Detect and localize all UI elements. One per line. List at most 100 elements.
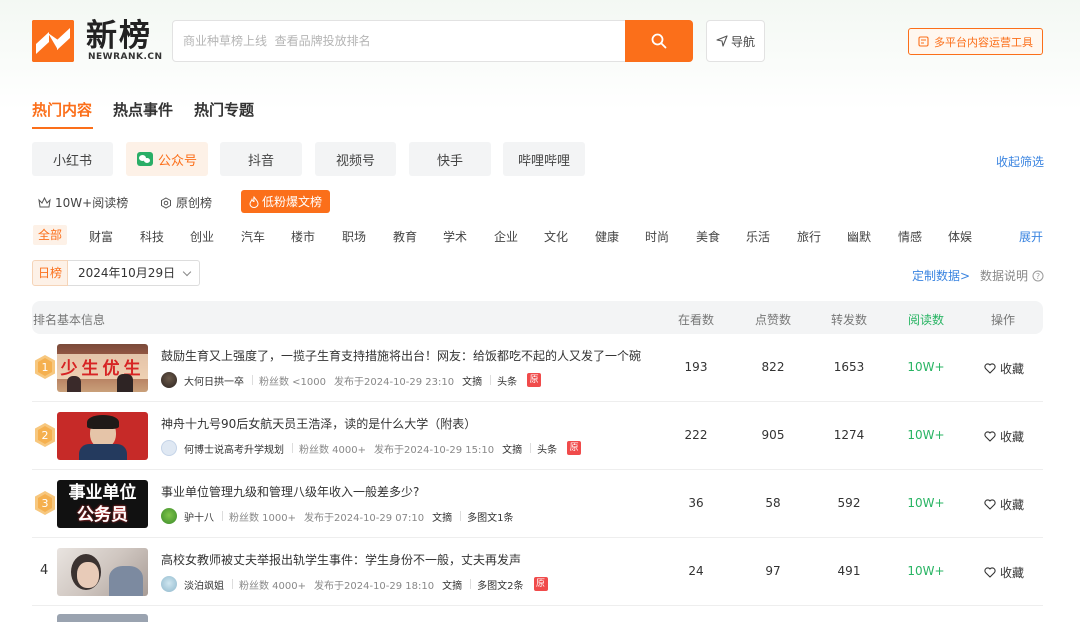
expand-categories-link[interactable]: 展开 <box>1019 228 1043 245</box>
article-position: 多图文2条 <box>477 580 524 592</box>
platform-label: 哔哩哔哩 <box>517 153 570 169</box>
category-item[interactable]: 体娱 <box>948 228 972 245</box>
platform-tab-shipinhao[interactable]: 视频号 <box>315 142 396 176</box>
nav-label: 导航 <box>730 34 755 49</box>
nav-button[interactable]: 导航 <box>706 20 765 62</box>
multi-platform-tool-button[interactable]: 多平台内容运营工具 <box>908 28 1043 55</box>
category-item[interactable]: 情感 <box>898 228 922 245</box>
author-name[interactable]: 何博士说高考升学规划 <box>184 441 284 456</box>
article-meta: 大何日拱一卒 粉丝数 <1000 发布于2024-10-29 23:10 文摘 … <box>161 372 542 388</box>
date-picker[interactable]: 2024年10月29日 <box>68 260 200 286</box>
svg-text:3: 3 <box>42 497 49 510</box>
platform-tab-bilibili[interactable]: 哔哩哔哩 <box>503 142 585 176</box>
heart-icon <box>984 363 996 374</box>
platform-label: 视频号 <box>335 153 375 169</box>
header-shares: 转发数 <box>831 313 868 327</box>
rank-type-10w-read[interactable]: 10W+阅读榜 <box>38 194 128 211</box>
article-thumbnail[interactable] <box>57 548 148 596</box>
category-item[interactable]: 健康 <box>595 228 619 245</box>
views-count: 222 <box>684 428 708 442</box>
wechat-icon <box>136 152 153 166</box>
author-name[interactable]: 大何日拱一卒 <box>184 373 244 388</box>
data-description-label: 数据说明 <box>980 269 1029 283</box>
article-title[interactable]: 事业单位管理九级和管理八级年收入一般差多少? <box>161 483 419 500</box>
table-row[interactable]: 3 事业单位 公务员 事业单位管理九级和管理八级年收入一般差多少? 驴十八 粉丝… <box>32 470 1043 538</box>
category-item[interactable]: 财富 <box>89 228 113 245</box>
category-item[interactable]: 美食 <box>696 228 720 245</box>
header-reads: 阅读数 <box>908 313 945 327</box>
search-input[interactable] <box>183 21 623 61</box>
category-item[interactable]: 科技 <box>140 228 164 245</box>
article-title[interactable]: 高校女教师被丈夫举报出轨学生事件：学生身份不一般，丈夫再发声 <box>161 551 521 568</box>
help-icon: ? <box>1032 270 1044 281</box>
article-type: 文摘 <box>442 580 463 592</box>
category-item[interactable]: 职场 <box>342 228 366 245</box>
avatar[interactable] <box>161 576 177 592</box>
favorite-label: 收藏 <box>1000 430 1025 444</box>
category-item[interactable]: 乐活 <box>746 228 770 245</box>
platform-tab-kuaishou[interactable]: 快手 <box>409 142 491 176</box>
favorite-button[interactable]: 收藏 <box>984 428 1024 445</box>
original-badge: 原 <box>567 441 582 455</box>
tab-hot-content[interactable]: 热门内容 <box>32 99 92 120</box>
platform-label: 抖音 <box>247 153 274 169</box>
article-thumbnail[interactable]: 事业单位 公务员 <box>57 480 148 528</box>
fans-count: 粉丝数 <1000 <box>259 376 327 388</box>
avatar[interactable] <box>161 372 177 388</box>
rank-number: 4 <box>40 563 49 578</box>
avatar[interactable] <box>161 508 177 524</box>
article-title[interactable]: 鼓励生育又上强度了，一揽子生育支持措施将出台！网友：给饭都吃不起的人又发了一个碗 <box>161 347 641 364</box>
tab-hot-topics[interactable]: 热门专题 <box>194 99 254 120</box>
likes-count: 58 <box>765 496 781 510</box>
author-name[interactable]: 驴十八 <box>184 509 214 524</box>
platform-tab-xiaohongshu[interactable]: 小红书 <box>32 142 113 176</box>
category-item[interactable]: 时尚 <box>645 228 669 245</box>
rank-type-low-fans-viral[interactable]: 低粉爆文榜 <box>241 190 330 213</box>
reads-count: 10W+ <box>907 564 945 578</box>
table-row[interactable]: 1 少生优生 鼓励生育又上强度了，一揽子生育支持措施将出台！网友：给饭都吃不起的… <box>32 334 1043 402</box>
category-item[interactable]: 汽车 <box>241 228 265 245</box>
logo-icon[interactable] <box>32 20 74 62</box>
tab-hot-events[interactable]: 热点事件 <box>113 99 173 120</box>
article-thumbnail[interactable] <box>57 614 148 622</box>
author-name[interactable]: 淡泊飒姐 <box>184 577 224 592</box>
category-item[interactable]: 学术 <box>443 228 467 245</box>
category-item[interactable]: 文化 <box>544 228 568 245</box>
collapse-filter-link[interactable]: 收起筛选 <box>996 153 1044 170</box>
heart-icon <box>984 431 996 442</box>
category-item[interactable]: 旅行 <box>797 228 821 245</box>
data-description-link[interactable]: 数据说明 ? <box>980 267 1044 284</box>
search-icon <box>651 33 667 49</box>
platform-tab-wechat[interactable]: 公众号 <box>126 142 208 176</box>
logo-subtitle: NEWRANK.CN <box>88 52 163 62</box>
platform-label: 小红书 <box>52 153 92 169</box>
article-thumbnail[interactable]: 少生优生 <box>57 344 148 392</box>
logo-name[interactable]: 新榜 <box>86 18 152 54</box>
article-title[interactable]: 神舟十九号90后女航天员王浩泽，读的是什么大学（附表） <box>161 415 476 432</box>
avatar[interactable] <box>161 440 177 456</box>
table-row[interactable]: 2 神舟十九号90后女航天员王浩泽，读的是什么大学（附表） 何博士说高考升学规划… <box>32 402 1043 470</box>
favorite-button[interactable]: 收藏 <box>984 496 1024 513</box>
favorite-button[interactable]: 收藏 <box>984 564 1024 581</box>
article-thumbnail[interactable] <box>57 412 148 460</box>
rank-type-original[interactable]: 原创榜 <box>160 194 212 211</box>
likes-count: 822 <box>761 360 785 374</box>
category-item[interactable]: 创业 <box>190 228 214 245</box>
table-header <box>32 301 1043 334</box>
favorite-button[interactable]: 收藏 <box>984 360 1024 377</box>
category-all[interactable]: 全部 <box>33 225 67 245</box>
category-item[interactable]: 楼市 <box>291 228 315 245</box>
table-row[interactable]: 4 高校女教师被丈夫举报出轨学生事件：学生身份不一般，丈夫再发声 淡泊飒姐 粉丝… <box>32 538 1043 606</box>
category-item[interactable]: 企业 <box>494 228 518 245</box>
category-item[interactable]: 幽默 <box>847 228 871 245</box>
article-position: 头条 <box>497 376 518 388</box>
category-item[interactable]: 教育 <box>393 228 417 245</box>
platform-tab-douyin[interactable]: 抖音 <box>220 142 302 176</box>
custom-data-link[interactable]: 定制数据> <box>912 267 970 284</box>
crown-icon <box>38 197 51 208</box>
date-value: 2024年10月29日 <box>78 266 176 280</box>
views-count: 36 <box>688 496 704 510</box>
platform-label: 公众号 <box>157 153 197 169</box>
search-button[interactable] <box>625 20 693 62</box>
likes-count: 905 <box>761 428 785 442</box>
